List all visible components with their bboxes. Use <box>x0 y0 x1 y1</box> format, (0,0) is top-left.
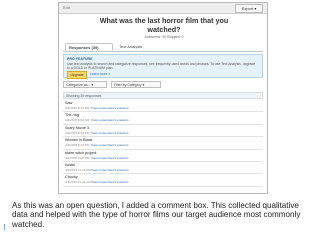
responses-list: Saw 4/4/2015 8:13 PM View respondent's a… <box>63 100 263 187</box>
survey-results-screenshot: Edit Export ▾ What was the last horror f… <box>58 2 268 194</box>
response-row: Chucky 4/4/2015 11:02 AM View respondent… <box>63 174 263 187</box>
response-answer: blaire witch project <box>65 150 97 155</box>
view-answers-link[interactable]: View respondent's answers <box>91 180 129 184</box>
filter-category-dropdown[interactable]: Filter by Category ▾ <box>111 81 161 88</box>
tab-responses[interactable]: Responses (39) <box>65 43 113 51</box>
export-button[interactable]: Export ▾ <box>235 4 263 13</box>
slide-caption: As this was an open question, I added a … <box>12 201 301 229</box>
results-tabs: Responses (39) Text Analysis <box>63 42 263 52</box>
pro-feature-text: Use text analysis to search and categori… <box>67 62 256 71</box>
view-answers-link[interactable]: View respondent's answers <box>91 156 129 160</box>
view-answers-link[interactable]: View respondent's answers <box>91 106 129 110</box>
response-answer: Scary Movie 3 <box>65 125 90 130</box>
view-answers-link[interactable]: View respondent's answers <box>91 168 129 172</box>
response-row: The ring 4/4/2015 9:02 AM View responden… <box>63 112 263 125</box>
question-title: What was the last horror film that you w… <box>99 16 229 34</box>
showing-responses-bar: Showing 39 responses <box>63 92 263 99</box>
response-answer: Women in Black <box>65 138 93 143</box>
pro-feature-heading: PRO FEATURE <box>67 57 93 61</box>
view-answers-link[interactable]: View respondent's answers <box>91 118 129 122</box>
answered-skipped-meta: Answered: 39 Skipped: 0 <box>144 35 184 39</box>
toolbar-left-text: Edit <box>63 5 70 10</box>
response-date: 4/4/2015 8:12 PM <box>65 143 90 148</box>
response-answer: hostel <box>65 162 76 167</box>
response-row: Scary Movie 3 4/4/2015 8:36 PM View resp… <box>63 125 263 138</box>
response-controls: Categorize as... ▾ Filter by Category ▾ <box>63 81 263 89</box>
response-row: hostel 4/4/2015 11:36 AM View respondent… <box>63 162 263 175</box>
response-answer: The ring <box>65 113 79 118</box>
pro-feature-banner: PRO FEATURE Use text analysis to search … <box>63 54 263 79</box>
upgrade-button[interactable]: Upgrade <box>67 71 87 79</box>
response-answer: Saw <box>65 101 73 105</box>
response-answer: Chucky <box>65 175 78 180</box>
response-date: 4/4/2015 11:36 AM <box>65 167 91 172</box>
response-row: blaire witch project 4/4/2015 2:08 PM Vi… <box>63 150 263 162</box>
response-row: Saw 4/4/2015 8:13 PM View respondent's a… <box>63 100 263 113</box>
response-date: 4/4/2015 9:02 AM <box>65 118 90 123</box>
response-date: 4/4/2015 2:08 PM <box>65 155 90 160</box>
response-date: 4/4/2015 8:13 PM <box>65 106 90 110</box>
results-toolbar: Edit Export ▾ <box>59 3 267 14</box>
tab-text-analysis[interactable]: Text Analysis <box>119 43 142 51</box>
response-row: Women in Black 4/4/2015 8:12 PM View res… <box>63 137 263 150</box>
view-answers-link[interactable]: View respondent's answers <box>91 143 129 147</box>
view-answers-link[interactable]: View respondent's answers <box>91 131 129 135</box>
learn-more-link[interactable]: Learn more » <box>90 72 110 76</box>
bullet-marker <box>4 224 10 230</box>
response-date: 4/4/2015 11:02 AM <box>65 180 91 185</box>
response-date: 4/4/2015 8:36 PM <box>65 130 90 135</box>
categorize-dropdown[interactable]: Categorize as... ▾ <box>63 81 107 88</box>
